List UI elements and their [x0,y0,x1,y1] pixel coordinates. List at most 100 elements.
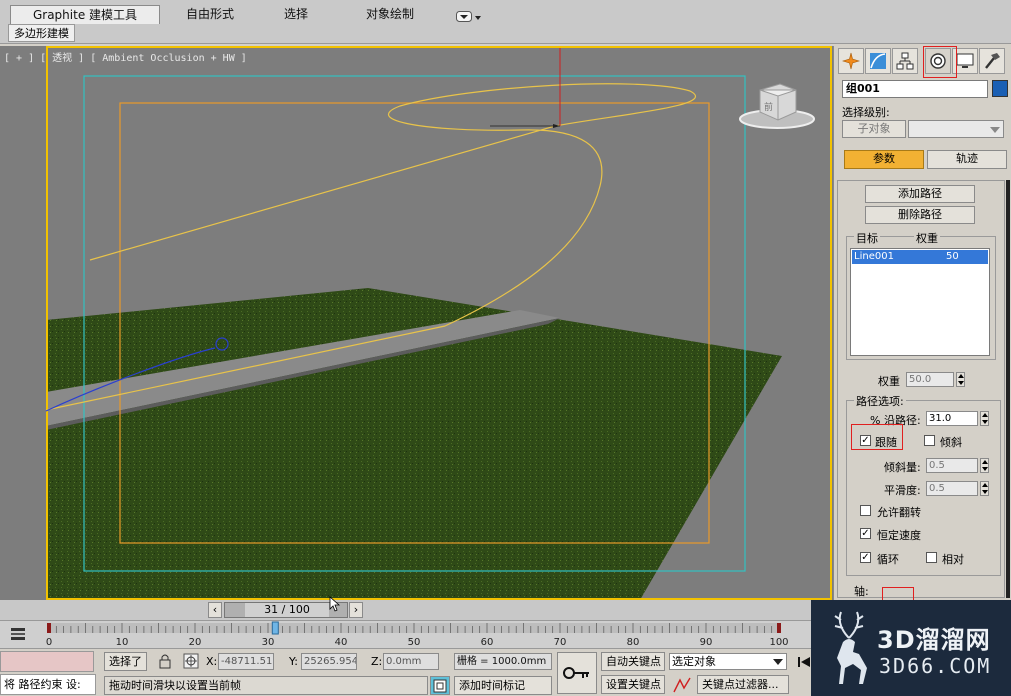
set-key-mode-button[interactable] [557,652,597,694]
constant-velocity-checkbox[interactable]: ✓ [860,528,871,539]
key-filters-button[interactable]: 关键点过滤器... [697,675,789,694]
modify-tab[interactable] [865,48,891,74]
timeline-tick-label: 40 [335,637,348,648]
selection-status: 选择了 [104,652,147,671]
path-item-weight: 50 [946,251,959,262]
viewcube-label: 前 [764,101,773,113]
tab-graphite-modeling[interactable]: Graphite 建模工具 [10,5,160,24]
hammer-icon [985,53,1000,69]
prompt-left-text: 将 路径约束 设: [0,674,96,695]
object-color-swatch[interactable] [992,80,1008,97]
viewcube[interactable]: 前 [739,83,815,129]
params-button[interactable]: 参数 [844,150,924,169]
sub-object-button[interactable]: 子对象 [842,120,906,138]
highlight-follow [851,424,903,450]
panel-scrollbar[interactable] [1006,180,1010,598]
hierarchy-tab[interactable] [892,48,918,74]
go-to-start-icon[interactable] [797,656,811,668]
key-tangent-icon[interactable] [672,676,692,694]
utilities-tab[interactable] [979,48,1005,74]
tab-polygon-modeling[interactable]: 多边形建模 [8,24,75,42]
y-coord-field[interactable]: 25265.954 [301,653,357,670]
constant-velocity-label: 恒定速度 [877,529,921,542]
list-item[interactable]: Line001 50 [852,250,988,264]
path-list[interactable]: Line001 50 [850,248,990,356]
bank-amount-label: 倾斜量: [884,461,921,474]
hierarchy-icon [896,52,914,70]
allow-flip-label: 允许翻转 [877,506,921,519]
smoothness-label: 平滑度: [884,484,921,497]
keyframe-marker[interactable] [47,623,51,633]
path-item-name: Line001 [854,251,894,262]
create-tab[interactable] [838,48,864,74]
along-path-field[interactable]: 31.0 [926,411,978,426]
timeline-ruler[interactable]: 0 10 20 30 40 50 60 70 80 90 100 [0,621,811,649]
weight-label: 权重 [878,375,900,388]
modify-icon [870,53,886,69]
tab-object-paint[interactable]: 对象绘制 [340,5,440,24]
add-time-tag-button[interactable]: 添加时间标记 [454,676,552,695]
maxscript-listener[interactable] [0,651,94,672]
tab-selection[interactable]: 选择 [266,5,326,24]
prev-frame-button[interactable]: ‹ [208,602,222,618]
transform-mode-icon[interactable] [183,653,199,669]
timeline-tick-label: 100 [769,637,788,648]
loop-label: 循环 [877,553,899,566]
delete-path-button[interactable]: 删除路径 [865,206,975,224]
axis-label: 轴: [854,585,869,598]
timeline-track[interactable]: 0 10 20 30 40 50 60 70 80 90 100 [0,620,811,648]
smoothness-spinner[interactable] [980,481,989,496]
ribbon: Graphite 建模工具 自由形式 选择 对象绘制 多边形建模 [0,0,1011,44]
keyframe-marker[interactable] [777,623,781,633]
timeline-tick-label: 20 [189,637,202,648]
deer-logo-icon [834,611,867,684]
set-key-button[interactable]: 设置关键点 [601,675,665,694]
auto-key-button[interactable]: 自动关键点 [601,652,665,671]
time-tag-icon [433,679,447,693]
key-selection-dropdown[interactable]: 选定对象 [669,653,787,670]
object-name-field[interactable]: 组001 [842,80,988,98]
perspective-viewport[interactable]: 前 [ + ] [ 透视 ] [ Ambient Occlusion + HW … [0,46,833,600]
weight-spinner[interactable] [956,372,965,387]
bank-amount-spinner[interactable] [980,458,989,473]
add-path-button[interactable]: 添加路径 [865,185,975,203]
trajectory-button[interactable]: 轨迹 [927,150,1007,169]
along-path-spinner[interactable] [980,411,989,426]
relative-checkbox[interactable] [926,552,937,563]
frame-indicator[interactable]: 31 / 100 [245,603,329,617]
allow-flip-checkbox[interactable] [860,505,871,516]
timeline-tick-label: 70 [554,637,567,648]
viewport-label[interactable]: [ + ] [ 透视 ] [ Ambient Occlusion + HW ] [4,49,247,64]
time-slider[interactable]: ‹ 31 / 100 › [0,596,833,620]
selection-level-label: 选择级别: [842,106,890,119]
display-icon [956,53,974,68]
current-frame-marker[interactable] [271,621,279,635]
watermark-logo: 3D溜溜网 3D66.COM [811,600,1011,696]
x-coord-field[interactable]: -48711.517 [218,653,274,670]
bank-checkbox[interactable] [924,435,935,446]
grid-size-display: 栅格 = 1000.0mm [454,653,552,670]
timeline-tick-label: 50 [408,637,421,648]
highlight-axis [882,587,914,600]
weight-field[interactable]: 50.0 [906,372,954,387]
ribbon-options-icon[interactable] [456,11,482,23]
path-options-label: 路径选项: [854,393,906,409]
bank-label: 倾斜 [940,436,962,449]
bank-amount-field[interactable]: 0.5 [926,458,978,473]
loop-checkbox[interactable]: ✓ [860,552,871,563]
tab-freeform[interactable]: 自由形式 [170,5,250,24]
lock-icon[interactable] [158,653,172,669]
next-frame-button[interactable]: › [349,602,363,618]
watermark-title: 3D溜溜网 [877,626,991,654]
status-bar: 将 路径约束 设: 选择了 X: -48711.517 Y: 25265.954… [0,648,811,696]
chevron-down-icon [773,659,783,665]
smoothness-field[interactable]: 0.5 [926,481,978,496]
sub-object-dropdown[interactable] [908,120,1004,138]
z-coord-field[interactable]: 0.0mm [383,653,439,670]
add-time-tag-icon[interactable] [430,676,450,695]
highlight-motion-tab [923,46,957,78]
timeline-tick-label: 10 [116,637,129,648]
timeline-tick-label: 90 [700,637,713,648]
key-selection-value: 选定对象 [672,655,716,668]
command-panel: 组001 选择级别: 子对象 参数 轨迹 添加路径 删除路径 目标 权重 Lin… [833,46,1011,600]
